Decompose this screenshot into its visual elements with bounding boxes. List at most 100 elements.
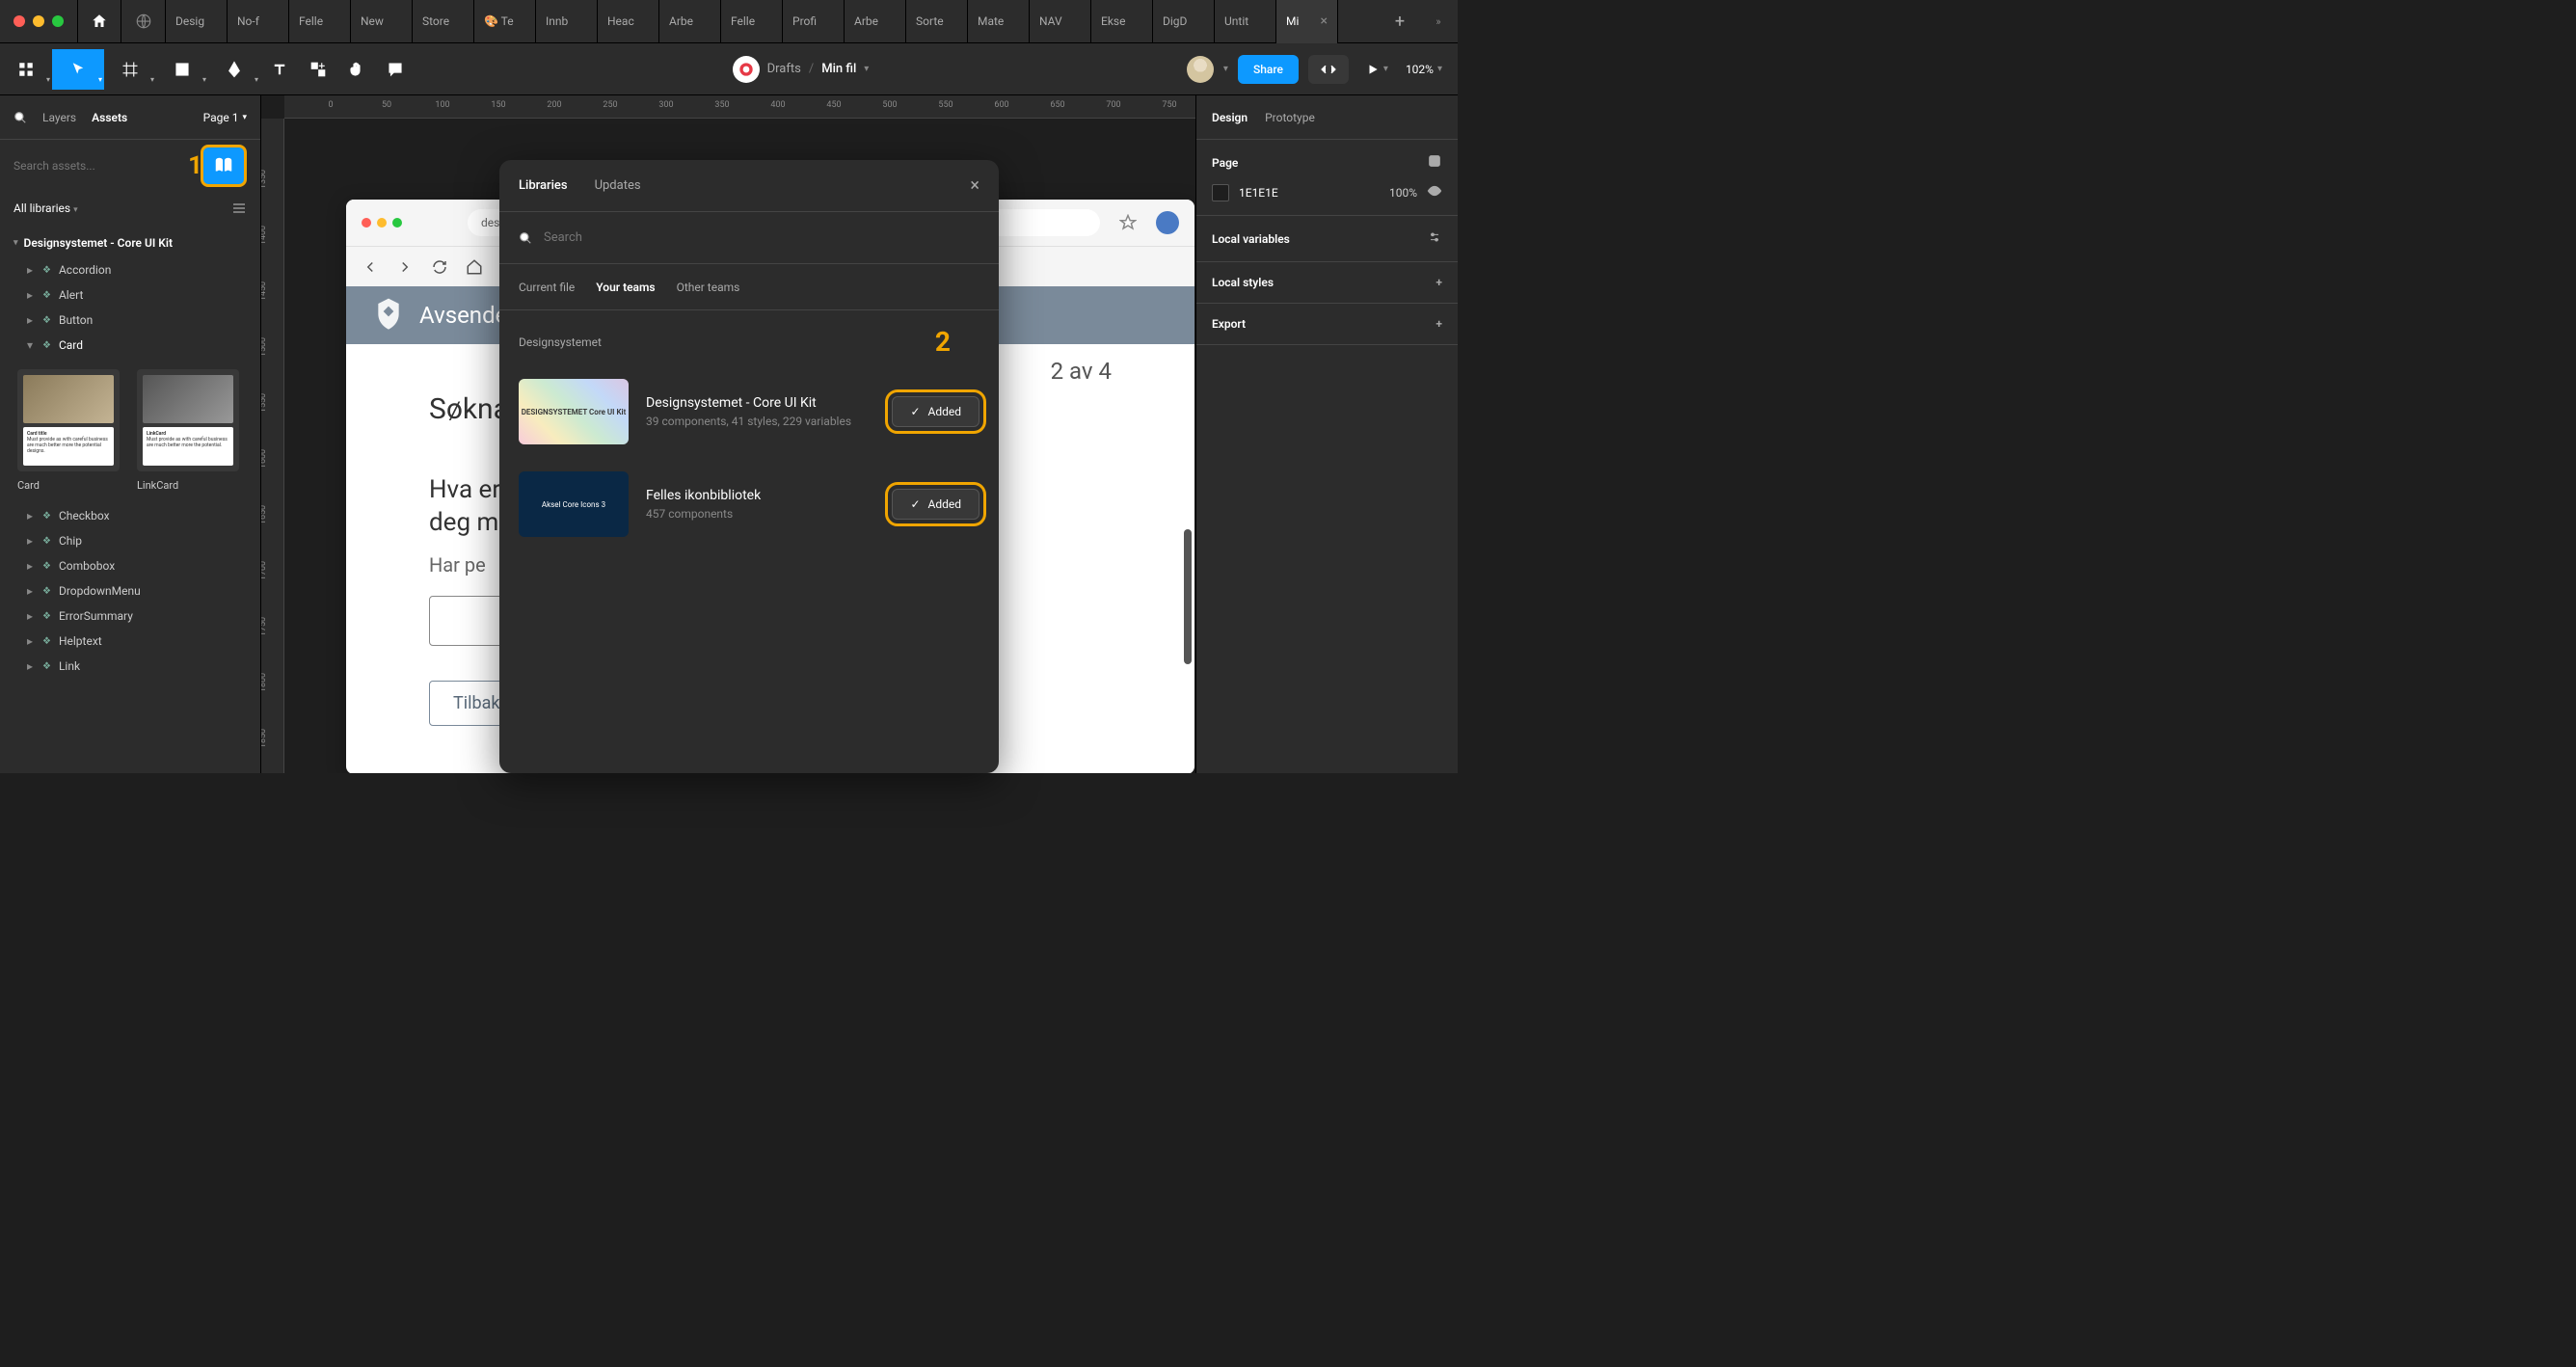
maximize-window-button[interactable] [52,15,64,27]
text-tool[interactable] [260,49,299,90]
file-tab[interactable]: DigD [1153,0,1215,43]
community-tab[interactable] [121,0,166,43]
close-modal-button[interactable]: × [970,175,979,196]
tree-item-label: Helptext [59,634,102,648]
component-preview-card[interactable]: Card titleMust provide as with careful b… [17,369,120,492]
chevron-right-icon: ▸ [27,534,35,548]
color-opacity[interactable]: 100% [1389,186,1417,200]
chevron-down-icon: ▾ [150,75,154,84]
file-tab[interactable]: Heac [598,0,659,43]
tree-item-button[interactable]: ▸❖Button [0,308,260,333]
tree-item-errorsummary[interactable]: ▸❖ErrorSummary [0,603,260,629]
present-button[interactable]: ▾ [1358,63,1396,76]
color-hex[interactable]: 1E1E1E [1239,186,1278,200]
file-tab[interactable]: New [351,0,413,43]
library-thumbnail: DESIGNSYSTEMET Core UI Kit [519,379,629,444]
new-tab-button[interactable]: + [1381,12,1419,32]
file-tab[interactable]: Ekse [1091,0,1153,43]
canvas-scrollbar[interactable] [1184,529,1192,664]
assets-search-input[interactable] [13,159,201,173]
team-logo[interactable] [733,56,760,83]
file-tab[interactable]: 🎨 Te [474,0,536,43]
tree-item-checkbox[interactable]: ▸❖Checkbox [0,503,260,528]
add-style-icon[interactable]: + [1436,276,1442,289]
share-button[interactable]: Share [1238,55,1299,84]
library-added-button[interactable]: Added [892,489,979,520]
tab-label: New [361,14,384,28]
libraries-modal-tab[interactable]: Libraries [519,178,568,193]
file-tab-active[interactable]: Mi× [1276,0,1338,43]
home-tab[interactable] [77,0,121,43]
page-selector[interactable]: Page 1 ▾ [203,111,247,124]
hand-tool[interactable] [337,49,376,90]
devmode-button[interactable] [1308,55,1349,84]
resources-tool[interactable] [299,49,337,90]
breadcrumb-folder[interactable]: Drafts [767,62,801,76]
file-tab[interactable]: Mate [968,0,1030,43]
pen-tool[interactable]: ▾ [208,49,260,90]
prototype-tab[interactable]: Prototype [1265,111,1315,124]
tree-item-accordion[interactable]: ▸❖Accordion [0,257,260,282]
library-added-button[interactable]: Added [892,396,979,427]
tree-item-helptext[interactable]: ▸❖Helptext [0,629,260,654]
component-icon: ❖ [42,340,51,351]
updates-modal-tab[interactable]: Updates [595,178,641,193]
library-filter[interactable]: All libraries ▾ [0,192,260,225]
library-item-ikonbibliotek[interactable]: Aksel Core Icons 3 Felles ikonbibliotek … [499,458,999,550]
frame-tool[interactable]: ▾ [104,49,156,90]
move-tool[interactable]: ▾ [52,49,104,90]
file-tab[interactable]: Felle [721,0,783,43]
tab-overflow-button[interactable]: » [1419,15,1458,28]
chevron-down-icon[interactable]: ▾ [864,64,869,74]
library-item-designsystemet[interactable]: DESIGNSYSTEMET Core UI Kit Designsysteme… [499,365,999,458]
file-name[interactable]: Min fil [821,62,856,76]
filter-your-teams[interactable]: Your teams [596,281,655,294]
tree-item-label: Alert [59,288,83,302]
tab-label: Arbe [669,14,693,28]
tree-item-combobox[interactable]: ▸❖Combobox [0,553,260,578]
chevron-down-icon[interactable]: ▾ [1223,64,1228,74]
tree-library-header[interactable]: ▾ Designsystemet - Core UI Kit [0,228,260,257]
file-tab[interactable]: NAV [1030,0,1091,43]
file-tab[interactable]: Untit [1215,0,1276,43]
tree-item-card[interactable]: ▾❖Card [0,333,260,358]
zoom-level[interactable]: 102% ▾ [1406,63,1442,76]
component-preview-linkcard[interactable]: LinkCardMust provide as with careful bus… [137,369,239,492]
minimize-window-button[interactable] [33,15,44,27]
close-window-button[interactable] [13,15,25,27]
file-tab[interactable]: Store [413,0,474,43]
add-export-icon[interactable]: + [1436,317,1442,331]
variables-settings-icon[interactable] [1427,229,1442,248]
file-tab[interactable]: Innb [536,0,598,43]
assets-tab[interactable]: Assets [92,111,127,124]
comment-tool[interactable] [376,49,415,90]
file-tab[interactable]: Sorte [906,0,968,43]
file-tab[interactable]: Arbe [845,0,906,43]
filter-current-file[interactable]: Current file [519,281,575,294]
user-avatar[interactable] [1187,56,1214,83]
color-swatch[interactable] [1212,184,1229,201]
tree-item-dropdownmenu[interactable]: ▸❖DropdownMenu [0,578,260,603]
main-menu-button[interactable]: ▾ [0,49,52,90]
team-library-button[interactable] [201,145,247,187]
file-tab[interactable]: Profi [783,0,845,43]
close-tab-icon[interactable]: × [1321,13,1328,29]
list-view-icon[interactable] [231,202,247,214]
layers-tab[interactable]: Layers [42,111,76,124]
tree-item-alert[interactable]: ▸❖Alert [0,282,260,308]
visibility-icon[interactable] [1427,183,1442,201]
search-icon[interactable] [13,111,27,124]
modal-search-input[interactable] [544,230,979,245]
library-meta: 39 components, 41 styles, 229 variables [646,415,874,428]
file-tab[interactable]: No-f [228,0,289,43]
filter-other-teams[interactable]: Other teams [677,281,740,294]
tree-item-chip[interactable]: ▸❖Chip [0,528,260,553]
file-tab[interactable]: Desig [166,0,228,43]
settings-icon[interactable] [1427,153,1442,172]
file-tab[interactable]: Felle [289,0,351,43]
design-tab[interactable]: Design [1212,111,1248,124]
shape-tool[interactable]: ▾ [156,49,208,90]
tree-item-link[interactable]: ▸❖Link [0,654,260,679]
component-icon: ❖ [42,661,51,672]
file-tab[interactable]: Arbe [659,0,721,43]
